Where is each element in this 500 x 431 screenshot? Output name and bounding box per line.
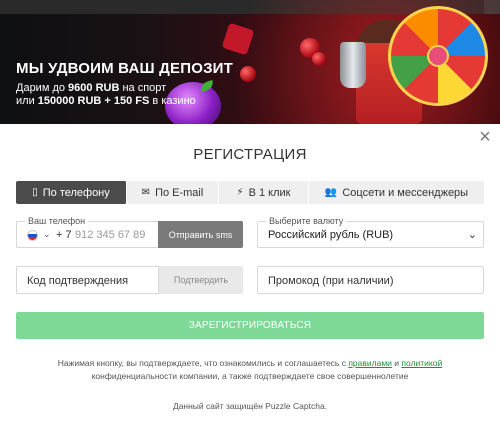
- phone-label: Ваш телефон: [25, 216, 89, 226]
- envelope-icon: ✉: [141, 187, 151, 198]
- phone-input[interactable]: [75, 226, 159, 244]
- confirmation-code-input[interactable]: [27, 272, 157, 290]
- russia-flag-icon[interactable]: [27, 230, 38, 241]
- tab-label: По E-mail: [155, 186, 204, 199]
- banner-amount: 150000 RUB + 150 FS: [37, 95, 150, 107]
- currency-value: Российский рубль (RUB): [268, 229, 394, 241]
- banner-subtitle-casino: или 150000 RUB + 150 FS в казино: [16, 95, 196, 107]
- tab-label: По телефону: [42, 186, 110, 199]
- policy-link[interactable]: политикой: [401, 358, 442, 368]
- registration-tabs: ▯ По телефону ✉ По E-mail ⚡ В 1 клик 👥 С…: [16, 181, 484, 204]
- registration-modal: × РЕГИСТРАЦИЯ ▯ По телефону ✉ По E-mail …: [0, 124, 500, 431]
- banner-subtitle-sport: Дарим до 9600 RUB на спорт: [16, 82, 166, 94]
- cherry-icon: [240, 66, 256, 82]
- tab-email[interactable]: ✉ По E-mail: [127, 181, 219, 204]
- tab-label: В 1 клик: [248, 186, 291, 199]
- banner-text: Дарим до: [16, 82, 69, 94]
- page-title: РЕГИСТРАЦИЯ: [193, 146, 307, 163]
- lightning-icon: ⚡: [236, 187, 244, 198]
- rules-link[interactable]: правилами: [348, 358, 392, 368]
- captcha-notice: Данный сайт защищён Puzzle Captcha.: [172, 401, 328, 411]
- banner-text: в казино: [149, 95, 196, 107]
- phone-field: Ваш телефон ⌄ + 7 Отправить sms: [16, 216, 243, 248]
- trophy-icon: [340, 42, 366, 88]
- close-icon[interactable]: ×: [477, 127, 493, 147]
- phone-icon: ▯: [32, 187, 38, 198]
- phone-prefix: + 7: [56, 229, 72, 241]
- promo-field: [257, 266, 484, 294]
- banner-title: МЫ УДВОИМ ВАШ ДЕПОЗИТ: [16, 60, 234, 77]
- currency-select[interactable]: Выберите валюту Российский рубль (RUB) ⌄: [257, 216, 484, 248]
- chevron-down-icon: ⌄: [467, 229, 477, 241]
- register-button[interactable]: ЗАРЕГИСТРИРОВАТЬСЯ: [16, 312, 484, 339]
- code-field: Подтвердить: [16, 266, 243, 294]
- terms-part: конфиденциальности компании, а также под…: [91, 371, 409, 381]
- tab-phone[interactable]: ▯ По телефону: [16, 181, 127, 204]
- tab-social[interactable]: 👥 Соцсети и мессенджеры: [309, 181, 484, 204]
- terms-part: и: [391, 358, 402, 368]
- cherry-icon: [312, 52, 326, 66]
- users-icon: 👥: [324, 187, 338, 198]
- currency-label: Выберите валюту: [266, 216, 347, 226]
- terms-part: Нажимая кнопку, вы подтверждаете, что оз…: [57, 358, 349, 368]
- tab-one-click[interactable]: ⚡ В 1 клик: [219, 181, 309, 204]
- promo-code-input[interactable]: [268, 272, 468, 290]
- send-sms-button[interactable]: Отправить sms: [158, 221, 243, 248]
- terms-text: Нажимая кнопку, вы подтверждаете, что оз…: [16, 357, 484, 383]
- tab-label: Соцсети и мессенджеры: [342, 186, 469, 199]
- confirm-button[interactable]: Подтвердить: [158, 266, 243, 294]
- banner-text: или: [16, 95, 38, 107]
- banner-amount: 9600 RUB: [68, 82, 120, 94]
- chevron-down-icon[interactable]: ⌄: [43, 229, 51, 240]
- banner-text: на спорт: [119, 82, 167, 94]
- wheel-hub: [427, 45, 449, 67]
- promo-banner[interactable]: МЫ УДВОИМ ВАШ ДЕПОЗИТ Дарим до 9600 RUB …: [0, 0, 500, 124]
